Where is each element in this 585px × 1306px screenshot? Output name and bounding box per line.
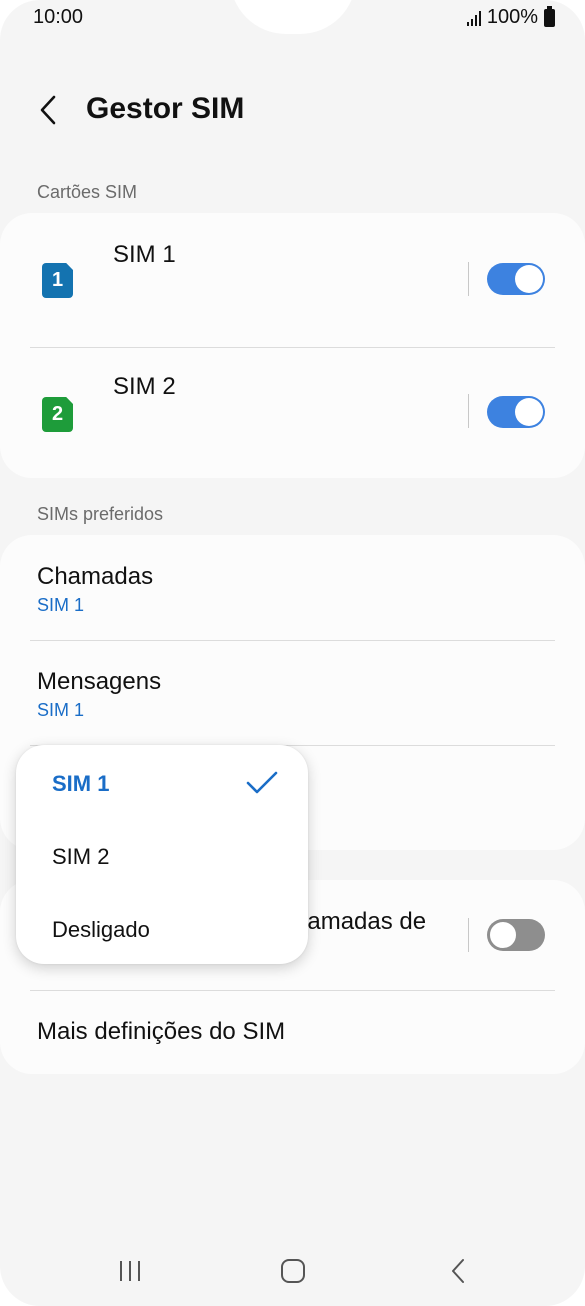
calls-title: Chamadas (37, 563, 154, 590)
recent-apps-button[interactable] (105, 1254, 155, 1288)
section-label-preferred: SIMs preferidos (37, 504, 164, 524)
sim2-icon: 2 (42, 397, 73, 432)
home-icon (281, 1259, 305, 1283)
status-bar: 10:00 100% (0, 0, 585, 36)
divider (468, 394, 469, 428)
calls-row[interactable]: Chamadas SIM 1 (0, 535, 585, 640)
divider (468, 262, 469, 296)
popup-option-label: SIM 1 (52, 771, 110, 796)
battery-icon (544, 5, 555, 27)
divider (468, 918, 469, 952)
popup-option-label: Desligado (52, 917, 150, 942)
popup-option-sim2[interactable]: SIM 2 (16, 820, 308, 892)
header: Gestor SIM (0, 80, 585, 140)
popup-option-label: SIM 2 (52, 844, 110, 869)
dual-sim-toggle[interactable] (487, 919, 545, 951)
messages-value: SIM 1 (37, 700, 85, 720)
sim-name-1: SIM 1 (113, 241, 176, 268)
back-button[interactable] (28, 88, 68, 132)
calls-value: SIM 1 (37, 595, 85, 615)
popup-option-off[interactable]: Desligado (16, 893, 308, 965)
messages-title: Mensagens (37, 668, 162, 695)
dual-sim-title: hamadas de (294, 908, 427, 935)
sim-row-1[interactable]: 1 SIM 1 (0, 213, 585, 347)
toggle-knob (515, 398, 543, 426)
more-settings-row[interactable]: Mais definições do SIM (0, 990, 585, 1074)
back-icon (452, 1259, 464, 1283)
status-right: 100% (466, 5, 555, 29)
sim1-icon: 1 (42, 263, 73, 298)
sim-options-popup: SIM 1 SIM 2 Desligado (16, 745, 308, 964)
navigation-bar (0, 1240, 585, 1300)
section-label-sim-cards: Cartões SIM (37, 182, 138, 202)
page-title: Gestor SIM (86, 92, 245, 125)
check-icon (246, 771, 278, 794)
sim-name-2: SIM 2 (113, 373, 176, 400)
status-time: 10:00 (33, 6, 84, 28)
toggle-knob (515, 265, 543, 293)
sim-row-2[interactable]: 2 SIM 2 (0, 347, 585, 481)
popup-option-sim1[interactable]: SIM 1 (16, 747, 308, 819)
sim2-toggle[interactable] (487, 396, 545, 428)
more-settings-title: Mais definições do SIM (37, 1018, 286, 1045)
recent-apps-icon (120, 1261, 140, 1281)
sim1-toggle[interactable] (487, 263, 545, 295)
messages-row[interactable]: Mensagens SIM 1 (0, 640, 585, 745)
home-button[interactable] (268, 1254, 318, 1288)
toggle-knob (488, 920, 518, 950)
signal-icon (466, 10, 481, 26)
screen: 10:00 100% Gestor SIM Cartões SIM 1 SIM … (0, 0, 585, 1306)
battery-percentage: 100% (486, 6, 538, 28)
sim-cards-card: 1 SIM 1 2 SIM 2 (0, 213, 585, 478)
chevron-left-icon (40, 95, 56, 125)
back-nav-button[interactable] (433, 1254, 483, 1288)
